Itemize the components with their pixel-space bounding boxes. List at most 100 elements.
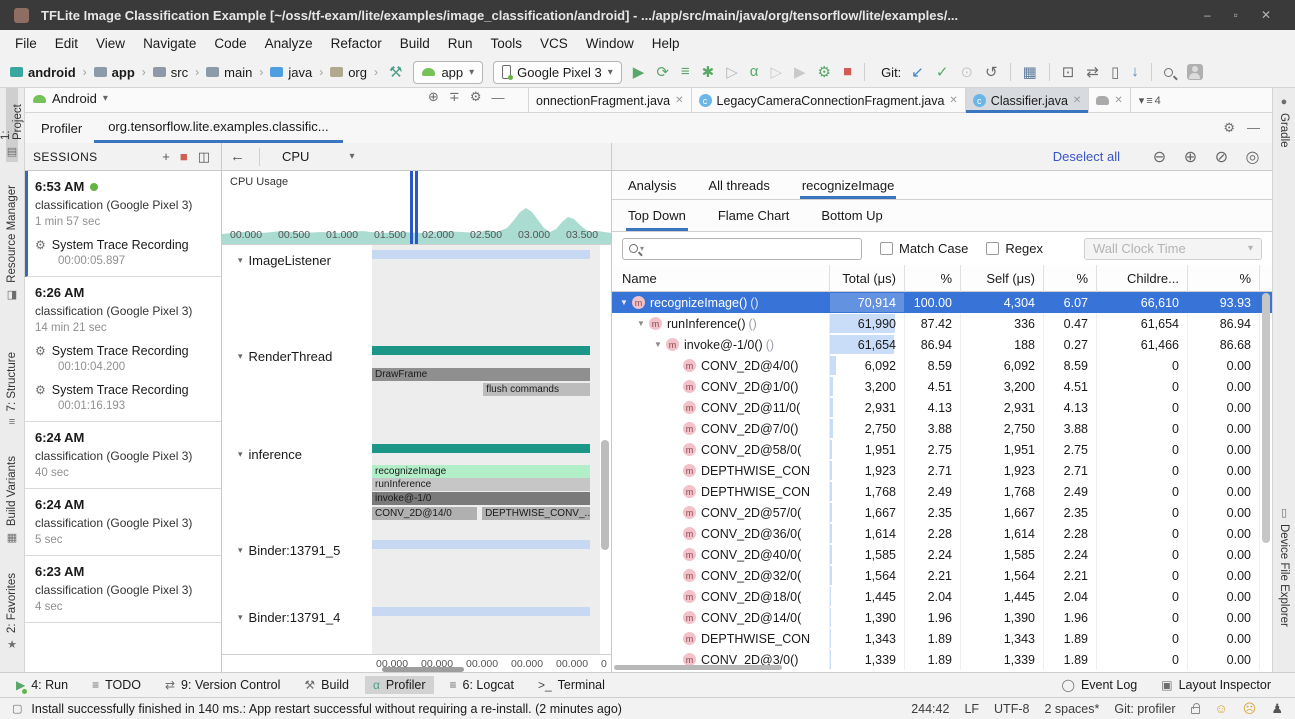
session-item[interactable]: 6:26 AMclassification (Google Pixel 3)14… xyxy=(25,277,221,422)
editor-tab-gradle[interactable]: ✕ xyxy=(1089,88,1130,113)
profiler-view-selector[interactable]: CPU▾ xyxy=(274,149,354,164)
editor-tab-classifier-java[interactable]: cClassifier.java✕ xyxy=(966,88,1090,113)
range-selection-start[interactable] xyxy=(410,171,413,245)
table-horizontal-scrollbar[interactable] xyxy=(614,665,782,670)
menu-view[interactable]: View xyxy=(87,33,134,54)
device-manager-icon[interactable]: ⊡ xyxy=(1056,63,1081,81)
table-row[interactable]: ▼mrunInference()()61,99087.423360.4761,6… xyxy=(612,313,1272,334)
menu-help[interactable]: Help xyxy=(643,33,689,54)
table-row[interactable]: ▼minvoke@-1/0()()61,65486.941880.2761,46… xyxy=(612,334,1272,355)
column-header-[interactable]: % xyxy=(1044,265,1097,292)
breadcrumb-org[interactable]: org xyxy=(328,63,369,82)
apply-changes-icon[interactable]: ⟳ xyxy=(650,63,675,81)
close-tab-icon[interactable]: ✕ xyxy=(1073,95,1081,106)
session-item[interactable]: 6:53 AMclassification (Google Pixel 3)1 … xyxy=(25,171,221,277)
thread-label-renderthread[interactable]: ▾RenderThread xyxy=(238,349,332,364)
column-header-[interactable]: % xyxy=(1188,265,1260,292)
tool-button-build-variants[interactable]: ▦Build Variants xyxy=(6,440,18,548)
trace-bar-runinference[interactable]: runInference xyxy=(372,478,590,491)
search-everywhere-icon[interactable] xyxy=(1158,64,1179,81)
column-header-[interactable]: % xyxy=(905,265,961,292)
tree-arrow-icon[interactable]: ▼ xyxy=(637,319,649,328)
column-header-total-s[interactable]: Total (μs) xyxy=(830,265,905,292)
hide-panel-icon[interactable]: — xyxy=(1241,120,1266,136)
thread-label-binder-13791-5[interactable]: ▾Binder:13791_5 xyxy=(238,543,340,558)
session-item[interactable]: 6:23 AMclassification (Google Pixel 3)4 … xyxy=(25,556,221,623)
menu-refactor[interactable]: Refactor xyxy=(322,33,391,54)
range-selection-end[interactable] xyxy=(415,171,418,245)
tab-recognizeimage[interactable]: recognizeImage xyxy=(800,171,897,199)
git-rollback-icon[interactable]: ↺ xyxy=(979,63,1004,81)
editor-tab-legacycameraconnectionfragment-java[interactable]: cLegacyCameraConnectionFragment.java✕ xyxy=(692,88,966,113)
clock-type-selector[interactable]: Wall Clock Time▾ xyxy=(1084,238,1262,260)
breadcrumb-src[interactable]: src xyxy=(151,63,190,82)
zoom-out-icon[interactable]: ⊖ xyxy=(1150,147,1169,166)
zoom-to-selection-icon[interactable]: ◎ xyxy=(1243,147,1262,166)
table-row[interactable]: mCONV_2D@1/0()3,2004.513,2004.5100.00 xyxy=(612,376,1272,397)
table-row[interactable]: mCONV_2D@18/0(1,4452.041,4452.0400.00 xyxy=(612,586,1272,607)
apply-code-changes-icon[interactable]: ≡ xyxy=(675,63,696,81)
menu-build[interactable]: Build xyxy=(391,33,439,54)
close-button[interactable]: ✕ xyxy=(1261,8,1271,22)
table-row[interactable]: mCONV_2D@40/0(1,5852.241,5852.2400.00 xyxy=(612,544,1272,565)
tool-button-1-project[interactable]: ▤1: Project xyxy=(6,88,18,162)
tool-button-todo[interactable]: ≡TODO xyxy=(84,676,149,694)
deselect-all-link[interactable]: Deselect all xyxy=(1053,149,1120,164)
table-row[interactable]: mCONV_2D@7/0()2,7503.882,7503.8800.00 xyxy=(612,418,1272,439)
tool-button-6-logcat[interactable]: ≡6: Logcat xyxy=(442,676,522,694)
menu-navigate[interactable]: Navigate xyxy=(134,33,205,54)
table-vertical-scrollbar[interactable] xyxy=(1262,293,1270,543)
tool-button-resource-manager[interactable]: ◨Resource Manager xyxy=(6,166,18,305)
reset-zoom-icon[interactable]: ⊘ xyxy=(1212,147,1231,166)
tool-button-2-favorites[interactable]: ★2: Favorites xyxy=(6,555,18,655)
project-structure-icon[interactable]: ▦ xyxy=(1017,63,1043,81)
menu-analyze[interactable]: Analyze xyxy=(256,33,322,54)
thread-label-inference[interactable]: ▾inference xyxy=(238,447,302,462)
column-header-self-s[interactable]: Self (μs) xyxy=(961,265,1044,292)
tab-top-down[interactable]: Top Down xyxy=(626,200,688,231)
tab-analysis[interactable]: Analysis xyxy=(626,171,678,199)
happy-face-icon[interactable]: ☺ xyxy=(1215,701,1228,716)
hide-panel-icon[interactable]: — xyxy=(486,90,509,105)
profile-disabled-icon[interactable]: ▶ xyxy=(788,63,812,81)
profile-icon[interactable]: α xyxy=(744,63,765,81)
menu-code[interactable]: Code xyxy=(205,33,255,54)
status-segment-lf[interactable]: LF xyxy=(964,702,979,716)
vertical-scrollbar[interactable] xyxy=(601,440,609,550)
back-arrow-icon[interactable]: ← xyxy=(230,148,245,165)
match-case-checkbox[interactable]: Match Case xyxy=(880,241,968,256)
close-tab-icon[interactable]: ✕ xyxy=(1114,95,1122,106)
table-row[interactable]: mDEPTHWISE_CON1,3431.891,3431.8900.00 xyxy=(612,628,1272,649)
trace-bar-invoke-1-0[interactable]: invoke@-1/0 xyxy=(372,492,590,505)
editor-tab-onnectionfragment-java[interactable]: onnectionFragment.java✕ xyxy=(529,88,692,113)
status-segment-utf-8[interactable]: UTF-8 xyxy=(994,702,1029,716)
stop-icon[interactable]: ■ xyxy=(837,63,858,81)
lock-icon[interactable] xyxy=(1191,707,1200,714)
table-row[interactable]: mCONV_2D@36/0(1,6142.281,6142.2800.00 xyxy=(612,523,1272,544)
avd-manager-icon[interactable]: ↓ xyxy=(1125,63,1145,81)
close-tab-icon[interactable]: ✕ xyxy=(675,95,683,106)
zoom-in-icon[interactable]: ⊕ xyxy=(1181,147,1200,166)
checkbox-icon[interactable] xyxy=(986,242,999,255)
regex-checkbox[interactable]: Regex xyxy=(986,241,1043,256)
trace-recording[interactable]: ⚙System Trace Recording xyxy=(35,344,215,358)
add-session-icon[interactable]: + xyxy=(159,149,173,165)
thread-label-binder-13791-4[interactable]: ▾Binder:13791_4 xyxy=(238,610,340,625)
search-input[interactable]: ▾ xyxy=(622,238,862,260)
status-segment-git-profiler[interactable]: Git: profiler xyxy=(1114,702,1175,716)
table-row[interactable]: mCONV_2D@11/0(2,9314.132,9314.1300.00 xyxy=(612,397,1272,418)
checkbox-icon[interactable] xyxy=(880,242,893,255)
attach-debugger-icon[interactable]: ▷ xyxy=(720,63,744,81)
git-history-icon[interactable]: ⊙ xyxy=(954,63,979,81)
tool-button-build[interactable]: ⚒Build xyxy=(296,676,357,694)
breadcrumb-android[interactable]: android xyxy=(8,63,78,82)
tab-overflow-button[interactable]: ▾≡4 xyxy=(1131,88,1169,113)
tool-button-7-structure[interactable]: ≡7: Structure xyxy=(6,330,18,432)
trace-bar-flush-commands[interactable]: flush commands xyxy=(483,383,590,396)
menu-edit[interactable]: Edit xyxy=(46,33,87,54)
user-avatar[interactable] xyxy=(1187,64,1203,80)
expand-panel-icon[interactable]: ◫ xyxy=(195,149,213,165)
menu-tools[interactable]: Tools xyxy=(482,33,532,54)
table-row[interactable]: mDEPTHWISE_CON1,9232.711,9232.7100.00 xyxy=(612,460,1272,481)
sdk-manager-icon[interactable]: ▯ xyxy=(1105,63,1125,81)
